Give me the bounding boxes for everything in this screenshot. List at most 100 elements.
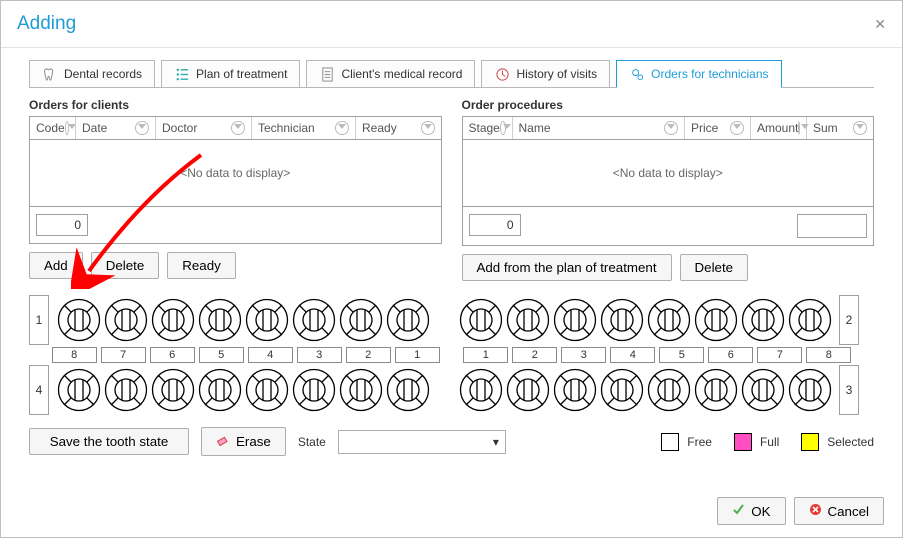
tooth[interactable] — [739, 367, 786, 414]
tooth[interactable] — [102, 297, 149, 344]
tooth-number[interactable]: 2 — [346, 347, 391, 363]
col-sum[interactable]: Sum — [807, 117, 873, 139]
tooth[interactable] — [457, 367, 504, 414]
grid-header: Code Date Doctor Technician Ready — [30, 117, 441, 140]
tooth[interactable] — [786, 367, 833, 414]
tooth[interactable] — [504, 297, 551, 344]
tooth[interactable] — [290, 297, 337, 344]
tooth[interactable] — [102, 367, 149, 414]
tooth-number[interactable]: 8 — [52, 347, 97, 363]
panel-title: Orders for clients — [29, 98, 442, 112]
filter-icon[interactable] — [65, 121, 69, 135]
tooth-number[interactable]: 3 — [297, 347, 342, 363]
tooth-number[interactable]: 6 — [708, 347, 753, 363]
tab-history-of-visits[interactable]: History of visits — [481, 60, 610, 88]
tooth[interactable] — [598, 297, 645, 344]
close-icon[interactable]: ✕ — [874, 16, 886, 33]
grid-footer: 0 — [30, 206, 441, 243]
grid-header: Stage Name Price Amount Sum — [463, 117, 874, 140]
tooth-number[interactable]: 2 — [512, 347, 557, 363]
add-from-plan-button[interactable]: Add from the plan of treatment — [462, 254, 672, 281]
tab-orders-for-technicians[interactable]: Orders for technicians — [616, 60, 781, 88]
tab-plan-of-treatment[interactable]: Plan of treatment — [161, 60, 300, 88]
sum-value: 0 — [469, 214, 521, 236]
tooth[interactable] — [55, 367, 102, 414]
col-technician[interactable]: Technician — [252, 117, 356, 139]
delete-button[interactable]: Delete — [91, 252, 160, 279]
check-icon — [732, 503, 745, 519]
tooth[interactable] — [337, 367, 384, 414]
dialog-adding: Adding ✕ Dental records Plan of treatmen… — [0, 0, 903, 538]
tooth-number[interactable]: 4 — [248, 347, 293, 363]
tooth-number[interactable]: 1 — [463, 347, 508, 363]
tooth-number[interactable]: 7 — [757, 347, 802, 363]
filter-icon[interactable] — [335, 121, 349, 135]
tooth-number[interactable]: 5 — [659, 347, 704, 363]
numbers-left: 87654321 — [52, 347, 440, 363]
tooth[interactable] — [149, 297, 196, 344]
filter-icon[interactable] — [231, 121, 245, 135]
col-doctor[interactable]: Doctor — [156, 117, 252, 139]
ok-label: OK — [751, 504, 770, 519]
col-stage[interactable]: Stage — [463, 117, 513, 139]
tooth[interactable] — [149, 367, 196, 414]
filter-icon[interactable] — [798, 121, 800, 135]
tooth[interactable] — [243, 297, 290, 344]
col-code[interactable]: Code — [30, 117, 76, 139]
tooth[interactable] — [196, 297, 243, 344]
save-tooth-state-button[interactable]: Save the tooth state — [29, 428, 189, 455]
tooth[interactable] — [692, 297, 739, 344]
tooth-number[interactable]: 4 — [610, 347, 655, 363]
tooth[interactable] — [243, 367, 290, 414]
tooth-number[interactable]: 3 — [561, 347, 606, 363]
col-ready[interactable]: Ready — [356, 117, 441, 139]
tab-dental-records[interactable]: Dental records — [29, 60, 155, 88]
tooth-number[interactable]: 7 — [101, 347, 146, 363]
tooth[interactable] — [384, 367, 431, 414]
tooth[interactable] — [457, 297, 504, 344]
tooth[interactable] — [692, 367, 739, 414]
add-button[interactable]: Add — [29, 252, 83, 279]
tooth[interactable] — [645, 297, 692, 344]
tooth[interactable] — [645, 367, 692, 414]
grid-empty-message: <No data to display> — [463, 140, 874, 206]
col-price[interactable]: Price — [685, 117, 751, 139]
ok-button[interactable]: OK — [717, 497, 785, 525]
swatch-full — [734, 433, 752, 451]
tooth-number[interactable]: 8 — [806, 347, 851, 363]
legend-free: Free — [661, 433, 712, 451]
dialog-title: Adding — [17, 13, 76, 35]
filter-icon[interactable] — [421, 121, 435, 135]
col-amount[interactable]: Amount — [751, 117, 807, 139]
tooth[interactable] — [196, 367, 243, 414]
tooth[interactable] — [739, 297, 786, 344]
orders-clients-buttons: Add Delete Ready — [29, 252, 442, 279]
filter-icon[interactable] — [664, 121, 678, 135]
tooth[interactable] — [337, 297, 384, 344]
tooth-number[interactable]: 1 — [395, 347, 440, 363]
filter-icon[interactable] — [730, 121, 744, 135]
filter-icon[interactable] — [853, 121, 867, 135]
tooth-number[interactable]: 5 — [199, 347, 244, 363]
col-name[interactable]: Name — [513, 117, 686, 139]
col-date[interactable]: Date — [76, 117, 156, 139]
tooth[interactable] — [290, 367, 337, 414]
filter-icon[interactable] — [135, 121, 149, 135]
tab-medical-record[interactable]: Client's medical record — [306, 60, 475, 88]
state-select[interactable]: ▾ — [338, 430, 506, 454]
tooth[interactable] — [551, 297, 598, 344]
tooth[interactable] — [786, 297, 833, 344]
delete-procedure-button[interactable]: Delete — [680, 254, 749, 281]
ready-button[interactable]: Ready — [167, 252, 236, 279]
tooth-number[interactable]: 6 — [150, 347, 195, 363]
tooth[interactable] — [598, 367, 645, 414]
tooth[interactable] — [55, 297, 102, 344]
tooth[interactable] — [384, 297, 431, 344]
tooth[interactable] — [504, 367, 551, 414]
erase-button[interactable]: Erase — [201, 427, 286, 456]
tooth[interactable] — [551, 367, 598, 414]
teeth-row-bottom: 4 3 — [29, 365, 874, 415]
cancel-icon — [809, 503, 822, 519]
filter-icon[interactable] — [500, 121, 506, 135]
cancel-button[interactable]: Cancel — [794, 497, 885, 525]
